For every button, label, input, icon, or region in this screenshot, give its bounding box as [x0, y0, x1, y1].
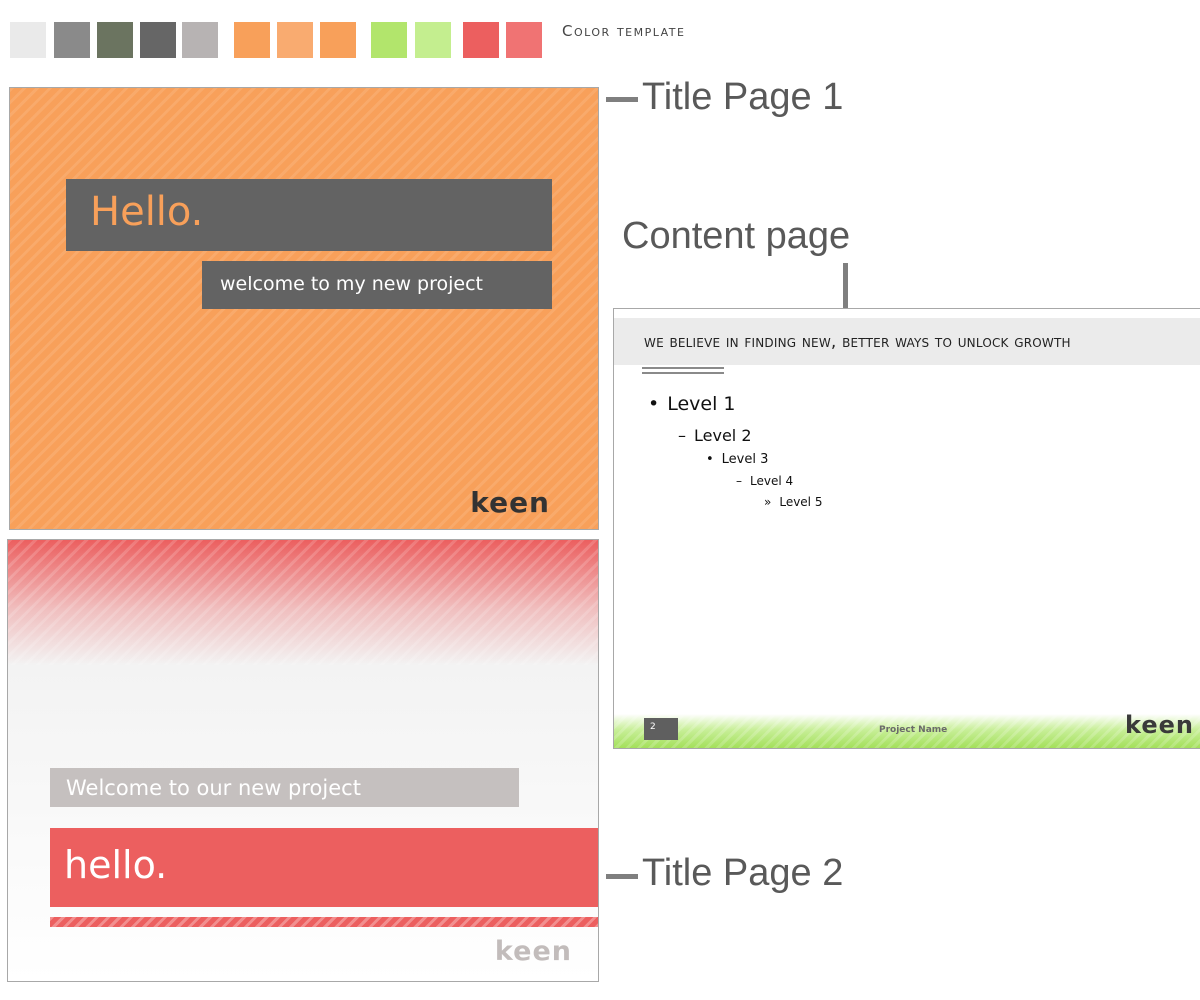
- color-swatch: [415, 22, 451, 58]
- color-swatch: [506, 22, 542, 58]
- title-slide-1: Hello. welcome to my new project keen: [9, 87, 599, 530]
- striped-accent-bar: [50, 917, 598, 927]
- slide1-subheading: welcome to my new project: [220, 273, 483, 295]
- subheading-box: welcome to my new project: [202, 261, 552, 309]
- page-number-box: 2: [644, 718, 678, 740]
- bullet-marker: –: [736, 474, 742, 488]
- bullet-text: Level 5: [779, 495, 823, 509]
- slide1-heading: Hello.: [90, 189, 204, 235]
- content-slide: We believe in finding new, better ways t…: [613, 308, 1200, 749]
- bullet-marker: •: [648, 393, 660, 415]
- slide2-heading: hello.: [64, 843, 168, 887]
- caption-dash: [606, 97, 638, 102]
- color-swatch: [234, 22, 270, 58]
- caption-title-page-1: Title Page 1: [642, 76, 844, 118]
- color-swatch: [320, 22, 356, 58]
- bullet-marker: »: [764, 495, 772, 509]
- content-header-bar: We believe in finding new, better ways t…: [614, 318, 1200, 365]
- keen-logo: keen: [470, 486, 550, 519]
- color-swatch: [140, 22, 176, 58]
- keen-logo: keen: [494, 936, 572, 967]
- color-swatch: [277, 22, 313, 58]
- color-template-label: Color template: [562, 22, 686, 40]
- title-slide-2: Welcome to our new project hello. keen: [7, 539, 599, 982]
- caption-connector: [843, 263, 848, 308]
- bullet-text: Level 4: [750, 474, 794, 488]
- slide2-subtitle: Welcome to our new project: [66, 776, 361, 800]
- content-footer: 2 Project Name keen: [614, 711, 1200, 748]
- bullet-text: Level 2: [694, 426, 752, 445]
- bullet-level-2: – Level 2: [678, 426, 752, 445]
- color-swatch: [463, 22, 499, 58]
- bullet-level-1: • Level 1: [648, 393, 736, 415]
- bullet-text: Level 3: [721, 452, 769, 467]
- color-swatch: [371, 22, 407, 58]
- color-swatch: [10, 22, 46, 58]
- page-number: 2: [650, 722, 656, 732]
- color-swatch: [54, 22, 90, 58]
- hello-heading-box: Hello.: [66, 179, 552, 251]
- color-swatch: [97, 22, 133, 58]
- footer-project-name: Project Name: [879, 725, 948, 735]
- bullet-marker: –: [678, 426, 686, 445]
- bullet-marker: •: [706, 452, 714, 467]
- content-header-text: We believe in finding new, better ways t…: [644, 332, 1071, 352]
- header-underline: [642, 367, 724, 374]
- bullet-level-5: » Level 5: [764, 495, 822, 509]
- bullet-level-4: – Level 4: [736, 474, 793, 488]
- top-red-gradient: [8, 540, 598, 665]
- bullet-level-3: • Level 3: [706, 452, 768, 467]
- caption-title-page-2: Title Page 2: [642, 852, 844, 894]
- hello-heading-band: hello.: [50, 828, 598, 907]
- subtitle-box: Welcome to our new project: [50, 768, 519, 807]
- bullet-text: Level 1: [667, 393, 736, 415]
- caption-content-page: Content page: [622, 215, 851, 257]
- caption-dash: [606, 874, 638, 879]
- keen-logo: keen: [1125, 711, 1194, 739]
- color-swatch: [182, 22, 218, 58]
